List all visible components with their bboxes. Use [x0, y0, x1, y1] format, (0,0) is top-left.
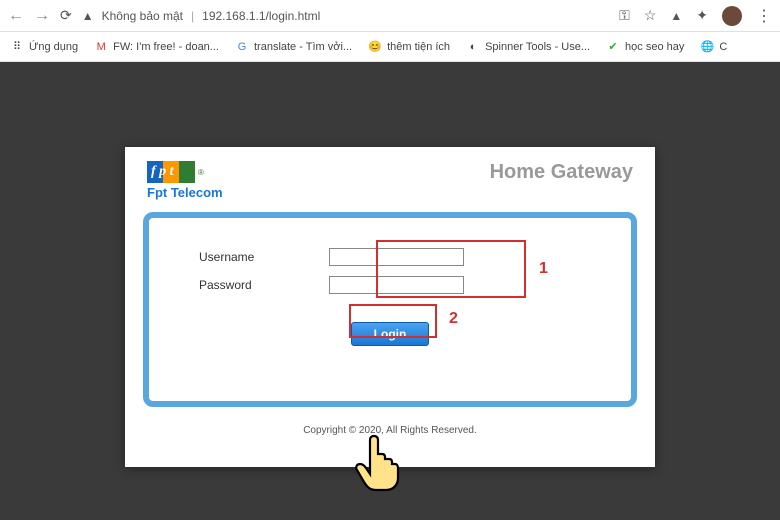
- back-button[interactable]: ←: [8, 7, 24, 25]
- login-modal: f p t® Fpt Telecom Home Gateway Username…: [125, 147, 655, 467]
- profile-avatar[interactable]: [722, 6, 742, 26]
- seo-icon: ✔: [606, 40, 620, 54]
- c-bookmark[interactable]: 🌐 C: [700, 40, 727, 54]
- translate-label: translate - Tìm vởi...: [254, 41, 352, 53]
- browser-toolbar: ← → ⟳ ▲ Không bảo mật | 192.168.1.1/logi…: [0, 0, 780, 32]
- gmail-label: FW: I'm free! - doan...: [113, 41, 219, 53]
- google-icon: G: [235, 40, 249, 54]
- annotation-number-1: 1: [539, 260, 548, 278]
- gmail-icon: M: [94, 40, 108, 54]
- star-icon[interactable]: ☆: [644, 7, 657, 24]
- address-separator: |: [191, 9, 194, 23]
- reload-button[interactable]: ⟳: [60, 7, 72, 24]
- url-text: 192.168.1.1/login.html: [202, 9, 320, 23]
- page-content: f p t® Fpt Telecom Home Gateway Username…: [0, 62, 780, 520]
- extension-icon[interactable]: ✦: [696, 7, 708, 24]
- apps-icon: ⠿: [10, 40, 24, 54]
- seo-bookmark[interactable]: ✔ học seo hay: [606, 40, 684, 54]
- password-row: Password: [169, 276, 611, 294]
- c-label: C: [719, 41, 727, 53]
- modal-header: f p t® Fpt Telecom Home Gateway: [125, 147, 655, 204]
- key-icon[interactable]: ⚿: [619, 7, 630, 24]
- spinner-icon: ◐: [466, 40, 480, 54]
- password-label: Password: [169, 278, 329, 292]
- username-label: Username: [169, 250, 329, 264]
- logo-block: f p t® Fpt Telecom: [147, 161, 223, 200]
- translate-bookmark[interactable]: G translate - Tìm vởi...: [235, 40, 352, 54]
- forward-button[interactable]: →: [34, 7, 50, 25]
- login-button[interactable]: Login: [351, 322, 430, 346]
- bookmarks-bar: ⠿ Ứng dụng M FW: I'm free! - doan... G t…: [0, 32, 780, 62]
- apps-bookmark[interactable]: ⠿ Ứng dụng: [10, 40, 78, 54]
- password-input[interactable]: [329, 276, 464, 294]
- gmail-bookmark[interactable]: M FW: I'm free! - doan...: [94, 40, 219, 54]
- spinner-label: Spinner Tools - Use...: [485, 41, 590, 53]
- addon-icon: 😊: [368, 40, 382, 54]
- menu-dots-icon[interactable]: ⋮: [756, 6, 772, 26]
- addon-label: thêm tiện ích: [387, 41, 450, 53]
- copyright-footer: Copyright © 2020, All Rights Reserved.: [125, 425, 655, 436]
- security-text: Không bảo mật: [102, 9, 183, 23]
- brand-text: Fpt Telecom: [147, 185, 223, 200]
- login-button-wrap: Login: [169, 322, 611, 346]
- annotation-number-2: 2: [449, 310, 458, 328]
- addon-bookmark[interactable]: 😊 thêm tiện ích: [368, 40, 450, 54]
- warning-icon: ▲: [82, 9, 94, 23]
- seo-label: học seo hay: [625, 41, 684, 53]
- address-bar[interactable]: ▲ Không bảo mật | 192.168.1.1/login.html: [82, 9, 609, 23]
- username-input[interactable]: [329, 248, 464, 266]
- toolbar-right: ⚿ ☆ ▲ ✦ ⋮: [619, 6, 772, 26]
- page-title: Home Gateway: [490, 161, 633, 184]
- fpt-logo-icon: f p t®: [147, 161, 223, 183]
- apps-label: Ứng dụng: [29, 41, 78, 53]
- login-panel: Username Password 1 Login 2: [143, 212, 637, 407]
- globe-icon: 🌐: [700, 40, 714, 54]
- user-icon[interactable]: ▲: [670, 9, 682, 23]
- spinner-bookmark[interactable]: ◐ Spinner Tools - Use...: [466, 40, 590, 54]
